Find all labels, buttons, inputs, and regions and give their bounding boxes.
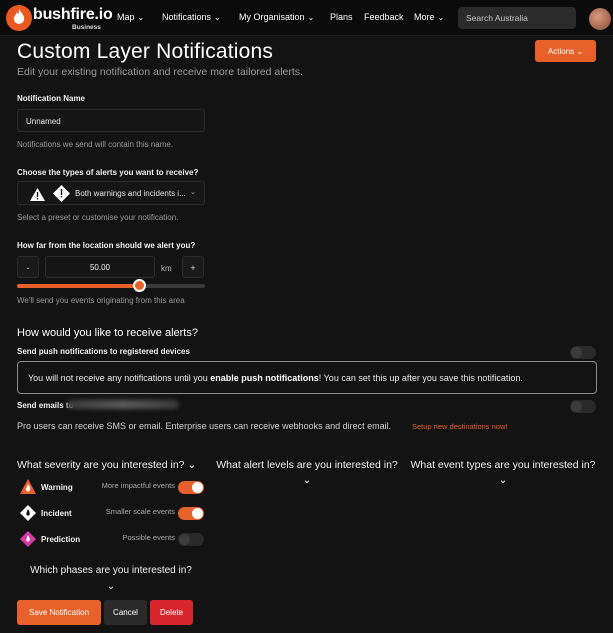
toggle-knob	[571, 401, 582, 412]
severity-name: Incident	[41, 509, 72, 518]
alert-types-hint: Select a preset or customise your notifi…	[17, 213, 179, 222]
send-emails-toggle[interactable]	[570, 400, 596, 413]
distance-hint: We'll send you events originating from t…	[17, 296, 185, 305]
notification-name-hint: Notifications we send will contain this …	[17, 140, 174, 149]
nav-more[interactable]: More ⌄	[414, 12, 444, 22]
distance-slider-handle[interactable]	[133, 279, 147, 292]
setup-destinations-link[interactable]: Setup new destinations now!	[412, 422, 507, 431]
brand-subtitle: Business	[72, 24, 101, 31]
chevron-down-icon: ⌄	[307, 13, 315, 22]
nav-plans[interactable]: Plans	[330, 12, 353, 22]
avatar[interactable]	[589, 8, 611, 30]
incident-toggle[interactable]	[178, 507, 204, 520]
notice-bold-text: enable push notifications	[210, 373, 319, 383]
alert-types-select[interactable]: Both warnings and incidents i... ⌄	[17, 181, 205, 205]
chevron-down-icon: ⌄	[576, 47, 584, 56]
distance-slider[interactable]	[17, 279, 205, 292]
severity-description: Possible events	[122, 533, 175, 542]
severity-description: Smaller scale events	[105, 507, 175, 516]
prediction-toggle[interactable]	[178, 533, 204, 546]
chevron-down-icon: ⌄	[302, 474, 312, 486]
severity-row-prediction: Prediction Possible events	[17, 530, 207, 550]
distance-label: How far from the location should we aler…	[17, 241, 196, 250]
notification-name-input[interactable]: Unnamed	[17, 109, 205, 132]
toggle-knob	[571, 347, 582, 358]
push-notice-box: You will not receive any notifications u…	[17, 361, 597, 394]
push-notifications-label: Send push notifications to registered de…	[17, 347, 190, 356]
incident-diamond-icon	[53, 185, 70, 202]
severity-name: Prediction	[41, 535, 81, 544]
alert-types-selected-value: Both warnings and incidents i...	[75, 189, 186, 198]
severity-description: More impactful events	[101, 481, 175, 490]
alert-types-label: Choose the types of alerts you want to r…	[17, 168, 199, 177]
chevron-down-icon: ⌄	[187, 459, 197, 471]
chevron-down-icon: ⌄	[106, 581, 116, 592]
save-notification-button[interactable]: Save Notification	[17, 600, 101, 625]
chevron-down-icon: ⌄	[137, 13, 145, 22]
pro-users-info: Pro users can receive SMS or email. Ente…	[17, 421, 392, 431]
toggle-knob	[192, 482, 203, 493]
alert-levels-heading[interactable]: What alert levels are you interested in?…	[213, 458, 401, 488]
phases-heading[interactable]: Which phases are you interested in? ⌄	[17, 563, 205, 595]
send-emails-label: Send emails to	[17, 401, 74, 410]
brand-name[interactable]: bushfire.io	[33, 6, 113, 24]
chevron-down-icon: ⌄	[437, 13, 445, 22]
incident-diamond-icon	[20, 505, 36, 521]
severity-row-incident: Incident Smaller scale events	[17, 504, 207, 524]
nav-my-organisation[interactable]: My Organisation ⌄	[239, 12, 314, 22]
warning-toggle[interactable]	[178, 481, 204, 494]
severity-heading[interactable]: What severity are you interested in? ⌄	[17, 458, 209, 473]
chevron-down-icon: ⌄	[498, 474, 508, 486]
notice-text-end: ! You can set this up after you save thi…	[318, 373, 523, 383]
actions-button[interactable]: Actions ⌄	[535, 40, 596, 62]
nav-feedback[interactable]: Feedback	[364, 12, 404, 22]
toggle-knob	[192, 508, 203, 519]
flame-logo-icon[interactable]	[6, 5, 32, 31]
warning-triangle-icon	[30, 188, 45, 201]
nav-notifications[interactable]: Notifications ⌄	[162, 12, 221, 22]
severity-name: Warning	[41, 483, 73, 492]
cancel-button[interactable]: Cancel	[104, 600, 147, 625]
toggle-knob	[179, 534, 190, 545]
push-notifications-toggle[interactable]	[570, 346, 596, 359]
delete-button[interactable]: Delete	[150, 600, 193, 625]
distance-unit: km	[161, 264, 172, 273]
receive-alerts-heading: How would you like to receive alerts?	[17, 327, 198, 339]
top-navigation-bar: bushfire.io Business Map ⌄ Notifications ⌄…	[0, 0, 613, 36]
event-types-heading[interactable]: What event types are you interested in? …	[407, 458, 599, 488]
distance-slider-fill	[17, 284, 140, 288]
page-subtitle: Edit your existing notification and rece…	[17, 66, 303, 78]
notification-name-label: Notification Name	[17, 94, 86, 103]
severity-row-warning: Warning More impactful events	[17, 478, 207, 498]
notice-text: You will not receive any notifications u…	[28, 373, 211, 383]
distance-input[interactable]: 50.00	[45, 256, 155, 278]
chevron-down-icon: ⌄	[214, 13, 221, 22]
distance-decrease-button[interactable]: -	[17, 256, 39, 278]
nav-map[interactable]: Map ⌄	[117, 12, 144, 22]
redacted-email	[67, 400, 179, 409]
warning-flame-icon	[20, 479, 36, 494]
search-input[interactable]: Search Australia	[458, 7, 576, 29]
chevron-down-icon: ⌄	[190, 189, 196, 196]
distance-increase-button[interactable]: +	[182, 256, 204, 278]
page-title: Custom Layer Notifications	[17, 40, 274, 63]
phases-heading-text: Which phases are you interested in?	[30, 565, 192, 576]
prediction-diamond-icon	[20, 531, 36, 547]
